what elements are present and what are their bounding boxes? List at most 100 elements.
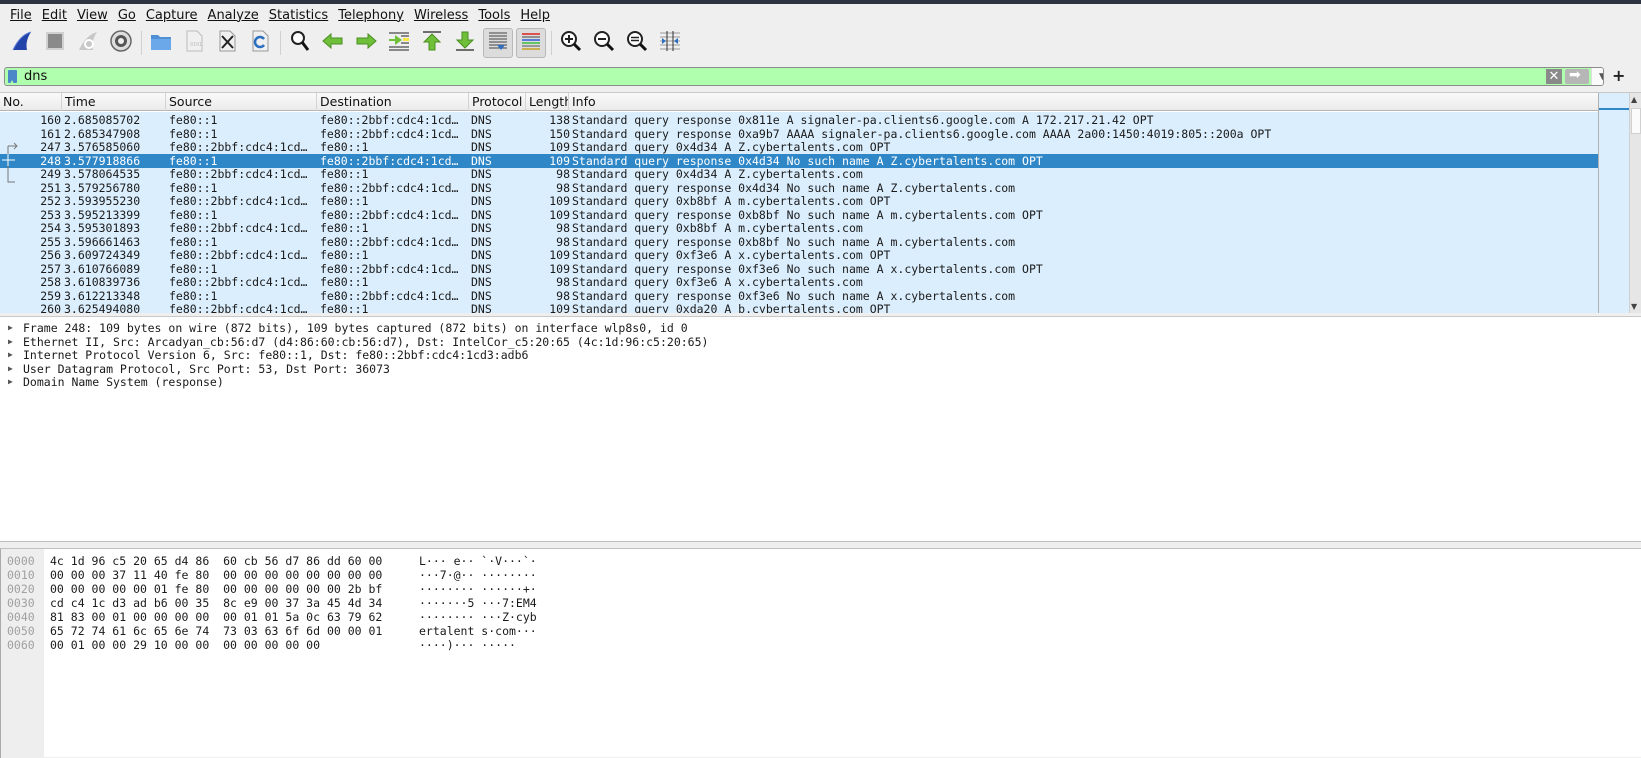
zoom-normal-button[interactable]	[622, 28, 652, 58]
column-header-source[interactable]: Source	[166, 93, 317, 111]
menu-analyze[interactable]: Analyze	[203, 8, 264, 23]
open-file-button[interactable]	[146, 28, 176, 58]
menu-mnemonic: Edit	[41, 7, 67, 23]
hex-bytes[interactable]: 65 72 74 61 6c 65 6e 74 73 03 63 6f 6d 0…	[50, 624, 382, 638]
packet-list-scrollbar[interactable]: ▲ ▼	[1629, 93, 1641, 313]
chevron-down-icon[interactable]: ▼	[1599, 72, 1603, 82]
display-filter-input[interactable]: dns ✕ ▼	[4, 67, 1604, 86]
table-row[interactable]: 160 2.685085702 fe80::1 fe80::2bbf:cdc4:1cd…	[0, 113, 1598, 127]
go-first-packet-button[interactable]	[417, 28, 447, 58]
packet-source: fe80::2bbf:cdc4:1cd…	[169, 194, 308, 208]
table-row[interactable]: 251 3.579256780 fe80::1 fe80::2bbf:cdc4:1cd…	[0, 181, 1598, 195]
go-to-packet-button[interactable]	[384, 28, 414, 58]
packet-minimap[interactable]	[1598, 93, 1629, 313]
table-row[interactable]: 249 3.578064535 fe80::2bbf:cdc4:1cd… fe80::…	[0, 167, 1598, 181]
menu-edit[interactable]: Edit	[37, 8, 72, 23]
hex-ascii[interactable]: L··· e·· `·V···`·	[419, 554, 537, 568]
go-last-packet-button[interactable]	[450, 28, 480, 58]
start-capture-button[interactable]	[7, 28, 37, 58]
table-row[interactable]: 161 2.685347908 fe80::1 fe80::2bbf:cdc4:1cd…	[0, 127, 1598, 141]
stop-capture-button[interactable]	[40, 28, 70, 58]
table-row[interactable]: 255 3.596661463 fe80::1 fe80::2bbf:cdc4:1cd…	[0, 235, 1598, 249]
column-header-time[interactable]: Time	[62, 93, 166, 111]
table-row-selected[interactable]: 248 3.577918866 fe80::1 fe80::2bbf:cdc4:1cd…	[0, 153, 1598, 168]
scrollbar-thumb[interactable]	[1631, 108, 1641, 134]
filter-bookmark-icon[interactable]	[8, 70, 17, 84]
packet-protocol: DNS	[471, 140, 492, 154]
expand-arrow-icon[interactable]: ▶	[8, 375, 13, 389]
menu-file[interactable]: File	[5, 8, 37, 23]
packet-destination: fe80::2bbf:cdc4:1cd…	[320, 126, 459, 141]
packet-length: 109	[549, 153, 570, 168]
hex-bytes[interactable]: 4c 1d 96 c5 20 65 d4 86 60 cb 56 d7 86 d…	[50, 554, 382, 568]
packet-destination: fe80::1	[320, 140, 369, 154]
capture-options-button[interactable]	[106, 28, 136, 58]
hex-ascii[interactable]: ertalent s·com···	[419, 624, 537, 638]
table-row[interactable]: 257 3.610766089 fe80::1 fe80::2bbf:cdc4:1cd…	[0, 262, 1598, 276]
packet-length: 98	[556, 288, 570, 303]
table-row[interactable]: 258 3.610839736 fe80::2bbf:cdc4:1cd… fe80::…	[0, 275, 1598, 289]
zoom-out-button[interactable]	[589, 28, 619, 58]
column-header-protocol[interactable]: Protocol	[469, 93, 526, 111]
hex-ascii[interactable]: ·······5 ···7:EM4	[419, 596, 537, 610]
column-header-info[interactable]: Info	[569, 93, 1598, 111]
save-file-button[interactable]: 0101	[179, 28, 209, 58]
packet-time: 2.685085702	[64, 113, 141, 127]
packet-source: fe80::2bbf:cdc4:1cd…	[169, 167, 308, 181]
packet-length: 138	[549, 113, 570, 127]
hex-bytes[interactable]: 00 00 00 37 11 40 fe 80 00 00 00 00 00 0…	[50, 568, 382, 582]
hex-bytes[interactable]: cd c4 1c d3 ad b6 00 35 8c e9 00 37 3a 4…	[50, 596, 382, 610]
column-header-no[interactable]: No.	[0, 93, 62, 111]
go-forward-button[interactable]	[351, 28, 381, 58]
clear-filter-icon[interactable]: ✕	[1546, 69, 1562, 84]
svg-text:0101: 0101	[190, 42, 202, 48]
expand-arrow-icon[interactable]: ▶	[8, 335, 13, 349]
close-file-button[interactable]	[212, 28, 242, 58]
zoom-in-button[interactable]	[556, 28, 586, 58]
colorize-button[interactable]	[516, 28, 546, 58]
hex-ascii[interactable]: ········ ···Z·cyb	[419, 610, 537, 624]
display-filter-text[interactable]: dns	[24, 69, 47, 84]
expand-arrow-icon[interactable]: ▶	[8, 362, 13, 376]
table-row[interactable]: 252 3.593955230 fe80::2bbf:cdc4:1cd… fe80::…	[0, 194, 1598, 208]
expand-arrow-icon[interactable]: ▶	[8, 321, 13, 335]
table-row[interactable]: 247 3.576585060 fe80::2bbf:cdc4:1cd… fe80::…	[0, 140, 1598, 154]
menu-help[interactable]: Help	[515, 8, 555, 23]
hex-bytes[interactable]: 00 00 00 00 00 01 fe 80 00 00 00 00 00 0…	[50, 582, 382, 596]
table-row[interactable]: 253 3.595213399 fe80::1 fe80::2bbf:cdc4:1cd…	[0, 208, 1598, 222]
packet-time: 3.609724349	[64, 248, 141, 262]
apply-filter-icon[interactable]	[1565, 68, 1589, 84]
table-row[interactable]: 256 3.609724349 fe80::2bbf:cdc4:1cd… fe80::…	[0, 248, 1598, 262]
menu-tools[interactable]: Tools	[473, 8, 515, 23]
menu-telephony[interactable]: Telephony	[333, 8, 409, 23]
hex-offset: 0030	[7, 596, 35, 610]
restart-capture-button[interactable]	[73, 28, 103, 58]
menu-statistics[interactable]: Statistics	[264, 8, 333, 23]
hex-ascii[interactable]: ········ ······+·	[419, 582, 537, 596]
table-row[interactable]: 260 3.625494080 fe80::2bbf:cdc4:1cd… fe80::…	[0, 302, 1598, 313]
column-header-destination[interactable]: Destination	[317, 93, 469, 111]
add-filter-button[interactable]: +	[1612, 66, 1625, 85]
column-header-length[interactable]: Length	[526, 93, 569, 111]
auto-scroll-button[interactable]	[483, 28, 513, 58]
hex-bytes[interactable]: 81 83 00 01 00 00 00 00 00 01 01 5a 0c 6…	[50, 610, 382, 624]
table-row[interactable]: 259 3.612213348 fe80::1 fe80::2bbf:cdc4:1cd…	[0, 289, 1598, 303]
reload-file-button[interactable]	[245, 28, 275, 58]
go-back-button[interactable]	[318, 28, 348, 58]
hex-ascii[interactable]: ····)··· ·····	[419, 638, 516, 652]
menu-view[interactable]: View	[72, 8, 113, 23]
start-capture-icon	[10, 29, 34, 57]
expand-arrow-icon[interactable]: ▶	[8, 348, 13, 362]
hex-ascii[interactable]: ···7·@·· ········	[419, 568, 537, 582]
scroll-up-icon[interactable]: ▲	[1631, 95, 1637, 104]
find-packet-button[interactable]	[285, 28, 315, 58]
scroll-down-icon[interactable]: ▼	[1631, 302, 1637, 311]
menu-go[interactable]: Go	[113, 8, 141, 23]
table-row[interactable]: 254 3.595301893 fe80::2bbf:cdc4:1cd… fe80::…	[0, 221, 1598, 235]
packet-source: fe80::2bbf:cdc4:1cd…	[169, 302, 308, 313]
menu-capture[interactable]: Capture	[141, 8, 203, 23]
packet-info: Standard query 0x4d34 A Z.cybertalents.c…	[572, 140, 891, 154]
menu-wireless[interactable]: Wireless	[409, 8, 473, 23]
resize-columns-button[interactable]	[655, 28, 685, 58]
hex-bytes[interactable]: 00 01 00 00 29 10 00 00 00 00 00 00 00	[50, 638, 320, 652]
